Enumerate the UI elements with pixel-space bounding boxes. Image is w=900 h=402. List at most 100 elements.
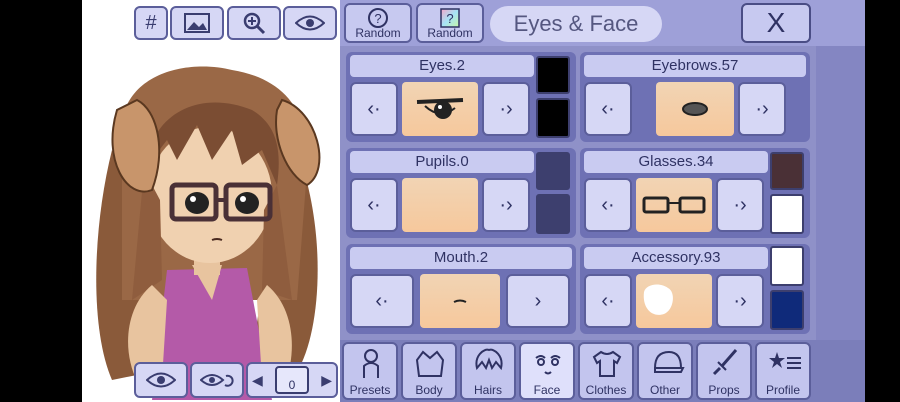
eyes-preview	[402, 82, 478, 136]
tab-body[interactable]: Body	[401, 342, 457, 400]
arrow-right-icon: ·›	[755, 97, 769, 120]
arrow-right-icon: ·›	[733, 193, 747, 216]
face-icon	[535, 355, 561, 375]
pupils-color-1[interactable]	[536, 152, 570, 190]
sword-icon	[712, 349, 738, 376]
tab-presets[interactable]: Presets	[342, 342, 398, 400]
pupils-preview	[402, 178, 478, 232]
panel-side-strip	[816, 46, 865, 340]
arrow-right-icon: ·›	[499, 193, 513, 216]
eyes-next-button[interactable]: ·›	[482, 82, 530, 136]
accessory-color-1[interactable]	[770, 246, 804, 286]
eye-refresh-icon	[200, 374, 234, 387]
page-title: Eyes & Face	[490, 6, 662, 42]
mouth-prev-button[interactable]: ‹·	[350, 274, 414, 328]
character-stage[interactable]: # ◀ 0 ▶	[82, 0, 340, 402]
tab-hairs-label: Hairs	[473, 383, 502, 397]
card-mouth: Mouth.2 ‹· ›	[346, 244, 576, 334]
tab-body-label: Body	[415, 383, 443, 397]
screen: # ◀ 0 ▶ ? Random ? Random Eyes & Face X …	[0, 0, 900, 402]
hair-icon	[475, 348, 503, 371]
editor-panel: ? Random ? Random Eyes & Face X Eyes.2 ‹…	[340, 0, 865, 402]
random-button-1[interactable]: ? Random	[344, 3, 412, 43]
eyebrows-preview	[656, 82, 734, 136]
accessory-next-button[interactable]: ·›	[716, 274, 764, 328]
arrow-right-icon: ·›	[499, 97, 513, 120]
card-eyebrows-title: Eyebrows.57	[584, 55, 806, 77]
card-accessory-title: Accessory.93	[584, 247, 768, 269]
layer-selector[interactable]: ◀ 0 ▶	[246, 362, 338, 398]
glasses-color-2[interactable]	[770, 194, 804, 234]
pupils-prev-button[interactable]: ‹·	[350, 178, 398, 232]
pupils-color-2[interactable]	[536, 194, 570, 234]
tab-other-label: Other	[649, 383, 680, 397]
accessory-color-2[interactable]	[770, 290, 804, 330]
glasses-color-1[interactable]	[770, 152, 804, 190]
accessory-prev-button[interactable]: ‹·	[584, 274, 632, 328]
eyebrows-next-button[interactable]: ·›	[738, 82, 786, 136]
tab-presets-label: Presets	[349, 383, 391, 397]
eye-preview-icon	[416, 98, 464, 119]
cap-icon	[653, 350, 685, 373]
glasses-preview-icon	[642, 196, 706, 214]
tab-face[interactable]: Face	[519, 342, 575, 400]
random-label-1: Random	[355, 26, 401, 40]
mouth-next-button[interactable]: ›	[506, 274, 570, 328]
tab-hairs[interactable]: Hairs	[460, 342, 516, 400]
chevron-left-icon[interactable]: ◀	[252, 372, 263, 389]
tab-props[interactable]: Props	[696, 342, 752, 400]
glasses-preview	[636, 178, 712, 232]
grid-button[interactable]: #	[134, 6, 168, 40]
arrow-left-icon: ‹·	[367, 193, 381, 216]
hide-ui-button[interactable]	[134, 362, 188, 398]
arrow-left-icon: ‹·	[601, 289, 615, 312]
person-icon	[363, 349, 379, 378]
eyebrows-prev-button[interactable]: ‹·	[584, 82, 632, 136]
eyebrow-preview-icon	[682, 102, 708, 116]
eye-icon	[146, 372, 176, 388]
svg-text:?: ?	[446, 11, 453, 26]
character-figure	[96, 66, 321, 400]
card-eyebrows: Eyebrows.57 ‹· ·›	[580, 52, 810, 142]
card-pupils-title: Pupils.0	[350, 151, 534, 173]
arrow-left-icon: ‹·	[375, 289, 389, 312]
tab-other[interactable]: Other	[637, 342, 693, 400]
tab-profile-label: Profile	[765, 383, 800, 397]
view-button[interactable]	[283, 6, 337, 40]
tab-face-label: Face	[533, 383, 561, 397]
eyes-prev-button[interactable]: ‹·	[350, 82, 398, 136]
layer-indicator: 0	[275, 366, 309, 394]
pupils-next-button[interactable]: ·›	[482, 178, 530, 232]
arrow-left-icon: ‹·	[601, 193, 615, 216]
tab-profile[interactable]: Profile	[755, 342, 811, 400]
eyes-color-2[interactable]	[536, 98, 570, 138]
tab-props-label: Props	[708, 383, 740, 397]
grid-label: #	[145, 11, 157, 34]
right-letterbox	[865, 0, 900, 402]
accessory-preview	[636, 274, 712, 328]
arrow-left-icon: ‹·	[601, 97, 615, 120]
glasses-prev-button[interactable]: ‹·	[584, 178, 632, 232]
mouth-preview	[420, 274, 500, 328]
arrow-right-icon: ›	[534, 289, 542, 312]
glasses-next-button[interactable]: ·›	[716, 178, 764, 232]
svg-text:?: ?	[374, 11, 381, 26]
close-button[interactable]: X	[741, 3, 811, 43]
zoom-button[interactable]	[227, 6, 281, 40]
random-button-2[interactable]: ? Random	[416, 3, 484, 43]
tab-clothes[interactable]: Clothes	[578, 342, 634, 400]
chevron-right-icon[interactable]: ▶	[321, 372, 332, 389]
shirt-icon	[592, 350, 622, 377]
random-label-2: Random	[427, 26, 473, 40]
eyes-color-1[interactable]	[536, 56, 570, 94]
star-list-icon	[769, 352, 801, 369]
tab-clothes-label: Clothes	[585, 383, 627, 397]
layer-value: 0	[288, 378, 296, 392]
toggle-view-button[interactable]	[190, 362, 244, 398]
eye-icon	[295, 15, 325, 31]
jacket-icon	[415, 350, 445, 377]
card-glasses-title: Glasses.34	[584, 151, 768, 173]
background-image-button[interactable]	[170, 6, 224, 40]
zoom-in-icon	[243, 12, 266, 35]
image-icon	[184, 13, 210, 33]
